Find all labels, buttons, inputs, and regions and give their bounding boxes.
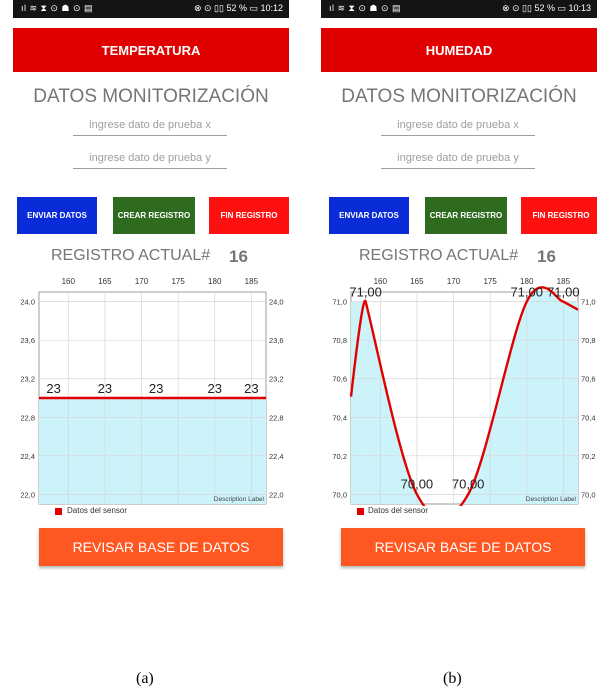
data-point-label: 23 (98, 381, 112, 396)
crear-registro-button[interactable]: CREAR REGISTRO (425, 197, 507, 234)
y-tick-label-left: 22,4 (20, 452, 35, 461)
page-heading: DATOS MONITORIZACIÓN (33, 86, 269, 107)
y-tick-label-left: 70,6 (332, 375, 347, 384)
x-tick-label: 185 (245, 277, 259, 286)
status-icons-left: ıl ≋ ⧗ ⊙ ☗ ⊙ ▤ (21, 3, 94, 13)
y-tick-label-right: 22,4 (269, 452, 284, 461)
status-bar: ıl ≋ ⧗ ⊙ ☗ ⊙ ▤ ⊗ ⊙ ▯▯ 52 % ▭ 10:13 (321, 0, 597, 18)
status-icons-right: ⊗ ⊙ ▯▯ 52 % ▭ 10:13 (501, 3, 591, 13)
caption-a: (a) (136, 670, 154, 687)
y-tick-label-right: 70,2 (581, 452, 596, 461)
legend-swatch (55, 508, 62, 515)
y-tick-label-right: 23,6 (269, 336, 284, 345)
input-x-field[interactable]: ingrese dato de prueba x (381, 118, 535, 136)
legend-swatch (357, 508, 364, 515)
input-x-field[interactable]: ingrese dato de prueba x (73, 118, 227, 136)
legend-label: Datos del sensor (67, 506, 128, 515)
series-area-fill (39, 398, 266, 504)
enviar-datos-button[interactable]: ENVIAR DATOS (329, 197, 409, 234)
x-tick-label: 175 (171, 277, 185, 286)
y-tick-label-right: 22,0 (269, 490, 284, 499)
humidity-chart: 160 165 170 175 180 18571,0 71,070,8 70,870,6 70… (332, 277, 596, 506)
y-tick-label-right: 24,0 (269, 298, 284, 307)
fin-registro-button[interactable]: FIN REGISTRO (521, 197, 597, 234)
crear-registro-button[interactable]: CREAR REGISTRO (113, 197, 195, 234)
data-point-label: 23 (244, 381, 258, 396)
data-point-label: 70,00 (452, 476, 485, 491)
x-tick-label: 175 (483, 277, 497, 286)
fin-registro-button[interactable]: FIN REGISTRO (209, 197, 289, 234)
app-bar-title: HUMEDAD (321, 28, 597, 72)
data-point-label: 71,00 (510, 285, 543, 300)
y-tick-label-right: 70,0 (581, 490, 596, 499)
status-bar: ıl ≋ ⧗ ⊙ ☗ ⊙ ▤ ⊗ ⊙ ▯▯ 52 % ▭ 10:12 (13, 0, 289, 18)
y-tick-label-right: 71,0 (581, 298, 596, 307)
data-point-label: 23 (149, 381, 163, 396)
y-tick-label-left: 71,0 (332, 298, 347, 307)
revisar-base-datos-button[interactable]: REVISAR BASE DE DATOS (39, 528, 283, 566)
enviar-datos-button[interactable]: ENVIAR DATOS (17, 197, 97, 234)
screen-humedad: ıl ≋ ⧗ ⊙ ☗ ⊙ ▤ ⊗ ⊙ ▯▯ 52 % ▭ 10:13 HUMED… (321, 0, 597, 575)
input-y-field[interactable]: ingrese dato de prueba y (73, 151, 227, 169)
registro-actual-label: REGISTRO ACTUAL# (359, 247, 519, 264)
data-point-label: 71,00 (547, 285, 580, 300)
y-tick-label-left: 22,8 (20, 413, 35, 422)
y-tick-label-left: 70,0 (332, 490, 347, 499)
y-tick-label-left: 70,2 (332, 452, 347, 461)
input-y-field[interactable]: ingrese dato de prueba y (381, 151, 535, 169)
data-point-label: 71,00 (349, 285, 382, 300)
y-tick-label-left: 23,2 (20, 375, 35, 384)
page-heading: DATOS MONITORIZACIÓN (341, 86, 577, 107)
registro-actual-value: 16 (537, 247, 556, 266)
x-tick-label: 165 (98, 277, 112, 286)
data-point-label: 23 (208, 381, 222, 396)
status-icons-right: ⊗ ⊙ ▯▯ 52 % ▭ 10:12 (193, 3, 283, 13)
revisar-base-datos-button[interactable]: REVISAR BASE DE DATOS (341, 528, 585, 566)
x-tick-label: 160 (62, 277, 76, 286)
x-tick-label: 170 (447, 277, 461, 286)
y-tick-label-left: 22,0 (20, 490, 35, 499)
y-tick-label-right: 70,6 (581, 375, 596, 384)
plot-content (39, 398, 266, 504)
y-tick-label-right: 23,2 (269, 375, 284, 384)
data-point-label: 70,00 (401, 476, 434, 491)
description-label: Description Label (214, 496, 265, 503)
x-tick-label: 165 (410, 277, 424, 286)
registro-actual-value: 16 (229, 247, 248, 266)
app-bar-title: TEMPERATURA (13, 28, 289, 72)
temperature-chart: 160 165 170 175 180 185 24,0 24,0 23,6 23,6 23,2 23… (20, 277, 284, 505)
y-tick-label-left: 70,8 (332, 336, 347, 345)
y-tick-label-left: 23,6 (20, 336, 35, 345)
legend-label: Datos del sensor (368, 506, 429, 515)
status-icons-left: ıl ≋ ⧗ ⊙ ☗ ⊙ ▤ (329, 3, 402, 13)
y-tick-label-right: 70,8 (581, 336, 596, 345)
y-tick-label-left: 24,0 (20, 298, 35, 307)
registro-actual-label: REGISTRO ACTUAL# (51, 247, 211, 264)
data-point-label: 23 (46, 381, 60, 396)
x-tick-label: 180 (208, 277, 222, 286)
screen-temperatura: ıl ≋ ⧗ ⊙ ☗ ⊙ ▤ ⊗ ⊙ ▯▯ 52 % ▭ 10:12 TEMPE… (13, 0, 289, 575)
y-tick-label-right: 70,4 (581, 413, 596, 422)
y-tick-label-right: 22,8 (269, 413, 284, 422)
description-label: Description Label (526, 496, 577, 503)
caption-b: (b) (443, 670, 462, 687)
x-tick-label: 170 (135, 277, 149, 286)
series-area-fill-right (563, 301, 578, 504)
y-tick-label-left: 70,4 (332, 413, 347, 422)
